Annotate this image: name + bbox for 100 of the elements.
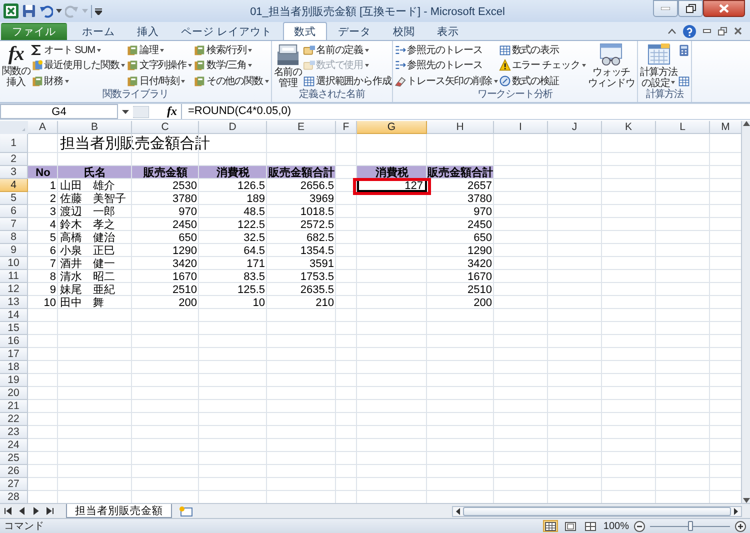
row-header[interactable]: 8 [0, 231, 28, 244]
name-box[interactable]: G4 [0, 104, 118, 119]
row-header[interactable]: 9 [0, 244, 28, 257]
ribbon-button[interactable]: 数式の表示 [498, 42, 587, 57]
ribbon-tab[interactable]: ホーム [71, 23, 126, 40]
column-header[interactable]: C [132, 121, 199, 134]
ribbon-button[interactable]: 数式の検証 [498, 73, 587, 88]
ribbon-button[interactable]: トレース矢印の削除 [394, 73, 499, 88]
previous-sheet-icon[interactable] [18, 507, 26, 515]
ribbon-tab[interactable]: ページ レイアウト [170, 23, 283, 40]
row-header[interactable]: 14 [0, 309, 28, 322]
dropdown-icon[interactable] [122, 110, 129, 114]
row-header[interactable]: 5 [0, 192, 28, 205]
ribbon-button[interactable]: 参照先のトレース [394, 58, 499, 72]
column-header[interactable]: J [548, 121, 602, 134]
scroll-thumb[interactable] [463, 506, 731, 516]
ribbon-button[interactable]: 名前の定義 [303, 42, 392, 57]
column-header[interactable]: B [58, 121, 132, 134]
formula-field[interactable]: =ROUND(C4*0.05,0) [181, 104, 750, 119]
ribbon-button[interactable]: fx 関数の 挿入 [1, 42, 32, 89]
ribbon-button[interactable]: 財務 [31, 73, 126, 88]
last-sheet-icon[interactable] [46, 507, 54, 515]
row-header[interactable]: 12 [0, 283, 28, 296]
view-button[interactable] [583, 520, 598, 532]
row-header[interactable]: 23 [0, 426, 28, 439]
ribbon-button[interactable]: 検索/行列 [193, 42, 270, 57]
row-header[interactable]: 20 [0, 387, 28, 400]
column-header[interactable]: I [494, 121, 548, 134]
row-header[interactable]: 18 [0, 361, 28, 374]
row-header[interactable]: 11 [0, 270, 28, 283]
row-header[interactable]: 4 [0, 179, 28, 192]
ribbon-tab[interactable]: 数式 [282, 22, 327, 40]
ribbon-button[interactable]: 名前の 管理 [272, 42, 304, 89]
help-icon[interactable] [683, 24, 696, 38]
ribbon-button[interactable]: その他の関数 [193, 73, 270, 88]
column-header[interactable]: M [710, 121, 741, 134]
zoom-out-icon[interactable] [634, 520, 645, 532]
customize-menu-icon[interactable] [95, 8, 102, 14]
new-sheet-icon[interactable] [178, 506, 194, 516]
collapse-ribbon-icon[interactable] [668, 28, 676, 34]
next-sheet-icon[interactable] [32, 507, 40, 515]
insert-function-button[interactable]: fx [167, 104, 177, 119]
column-header[interactable]: L [656, 121, 710, 134]
ribbon-tab[interactable]: 表示 [426, 23, 470, 40]
ribbon-button[interactable]: 日付/時刻 [126, 73, 194, 88]
column-header[interactable]: H [427, 121, 494, 134]
slider-thumb[interactable] [688, 520, 692, 530]
active-cell[interactable]: 127 [357, 179, 427, 192]
column-header[interactable]: D [199, 121, 267, 134]
view-button[interactable] [543, 520, 558, 532]
row-header[interactable]: 24 [0, 439, 28, 452]
row-header[interactable]: 16 [0, 335, 28, 348]
caret-icon[interactable] [56, 9, 62, 13]
row-header[interactable]: 3 [0, 166, 28, 179]
row-header[interactable]: 26 [0, 465, 28, 478]
zoom-slider[interactable] [650, 520, 730, 532]
close-button[interactable] [703, 0, 745, 17]
column-header[interactable]: E [267, 121, 336, 134]
restore-icon[interactable] [718, 26, 727, 36]
ribbon-button[interactable]: 最近使用した関数 [31, 58, 126, 72]
row-header[interactable]: 10 [0, 257, 28, 270]
row-header[interactable]: 22 [0, 413, 28, 426]
first-sheet-icon[interactable] [4, 507, 12, 515]
zoom-level[interactable]: 100% [603, 520, 629, 532]
ribbon-button[interactable]: エラー チェック [498, 58, 587, 72]
vertical-scrollbar[interactable] [741, 121, 750, 503]
row-header[interactable]: 21 [0, 400, 28, 413]
maximize-button[interactable] [678, 0, 703, 17]
ribbon-button[interactable]: 参照元のトレース [394, 42, 499, 57]
row-header[interactable]: 6 [0, 205, 28, 218]
horizontal-scrollbar[interactable] [452, 506, 742, 516]
ribbon-tab[interactable]: データ [326, 23, 382, 40]
row-header[interactable]: 19 [0, 374, 28, 387]
ribbon-button[interactable]: 論理 [126, 42, 194, 57]
row-header[interactable]: 17 [0, 348, 28, 361]
file-tab[interactable]: ファイル [1, 23, 67, 40]
row-header[interactable]: 2 [0, 153, 28, 166]
row-header[interactable]: 28 [0, 491, 28, 503]
undo-icon[interactable] [39, 4, 53, 18]
ribbon-button[interactable]: 選択範囲から作成 [303, 73, 392, 88]
view-button[interactable] [563, 520, 578, 532]
zoom-in-icon[interactable] [735, 520, 746, 532]
ribbon-button[interactable]: ウォッチ ウィンドウ [586, 42, 636, 89]
row-header[interactable]: 15 [0, 322, 28, 335]
column-header[interactable]: F [336, 121, 357, 134]
column-header[interactable]: K [602, 121, 656, 134]
row-header[interactable]: 7 [0, 218, 28, 231]
sheet-tab[interactable]: 担当者別販売金額 [66, 504, 172, 518]
column-header[interactable]: A [28, 121, 58, 134]
ribbon-button[interactable]: 数学/三角 [193, 58, 270, 72]
row-header[interactable]: 1 [0, 134, 28, 153]
ribbon-button[interactable]: オート SUM [31, 42, 126, 57]
ribbon-button[interactable]: 計算方法 の設定 [638, 42, 678, 89]
row-header[interactable]: 25 [0, 452, 28, 465]
ribbon-button[interactable]: 文字列操作 [126, 58, 194, 72]
save-icon[interactable] [22, 4, 36, 18]
row-header[interactable]: 27 [0, 478, 28, 491]
row-header[interactable]: 13 [0, 296, 28, 309]
ribbon-tab[interactable]: 挿入 [126, 23, 170, 40]
splitter-handle-icon[interactable] [133, 106, 149, 118]
